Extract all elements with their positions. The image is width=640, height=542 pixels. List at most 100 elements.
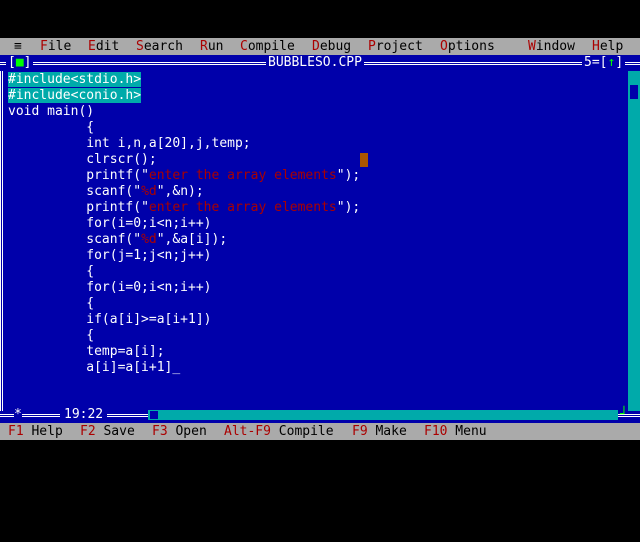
code-line-17: { (8, 328, 95, 343)
menu-edit-label: dit (95, 39, 120, 54)
menu-run-hotkey: R (200, 39, 208, 54)
make-label: Make (367, 424, 407, 439)
menu-search-label: earch (143, 39, 183, 54)
menu-edit[interactable]: Edit (88, 38, 119, 55)
code-text: ); (344, 168, 361, 183)
window-number-zoom[interactable]: 5=[↑] (582, 55, 626, 71)
menu-window[interactable]: Window (528, 38, 575, 55)
menu-debug[interactable]: Debug (312, 38, 351, 55)
code-text: scanf( (8, 232, 134, 247)
horizontal-scrollbar[interactable] (148, 410, 618, 420)
code-line-11: scanf("%d",&a[i]); (8, 232, 227, 248)
save-label: Save (95, 424, 135, 439)
menu-bar: ≡ File Edit Search Run Compile Debug Pro… (0, 38, 640, 55)
close-box-right: ] (23, 55, 32, 70)
menu-label: Menu (447, 424, 487, 439)
string-literal-text: enter the array elements (148, 168, 337, 183)
menu-help-hotkey: H (592, 39, 600, 54)
menu-compile[interactable]: Compile (240, 38, 295, 55)
menu-help[interactable]: Help (592, 38, 623, 55)
string-literal-text: enter the array elements (148, 200, 337, 215)
window-bottom-frame: * 19:22 ┘ (0, 407, 640, 423)
menu-project[interactable]: Project (368, 38, 423, 55)
string-literal: "enter the array elements" (141, 200, 345, 215)
string-literal-text: %d (141, 184, 157, 199)
cursor-position: 19:22 (60, 407, 108, 423)
menu-options-label: ptions (447, 39, 495, 54)
open-shortcut[interactable]: F3 Open (152, 423, 207, 440)
code-line-19: a[i]=a[i+1]_ (8, 360, 181, 375)
code-line-7: printf("enter the array elements"); (8, 168, 360, 184)
menu-project-label: roject (375, 39, 423, 54)
menu-search[interactable]: Search (136, 38, 183, 55)
zoom-arrow-icon: ↑ (607, 55, 616, 70)
menu-debug-label: ebug (319, 39, 352, 54)
code-line-5: int i,n,a[20],j,temp; (8, 136, 251, 151)
menu-options[interactable]: Options (440, 38, 495, 55)
help-shortcut[interactable]: F1 Help (8, 423, 63, 440)
code-line-4: { (8, 120, 95, 135)
status-bar: F1 Help F2 Save F3 Open Alt-F9 Compile F… (0, 423, 640, 440)
string-literal: "%d" (133, 184, 165, 199)
code-editor[interactable]: #include<stdio.h> #include<conio.h> void… (8, 72, 628, 404)
menu-shortcut[interactable]: F10 Menu (424, 423, 487, 440)
string-literal-text: %d (141, 232, 157, 247)
window-file-title: BUBBLESO.CPP (266, 55, 364, 71)
save-shortcut[interactable]: F2 Save (80, 423, 135, 440)
code-line-2: #include<conio.h> (8, 88, 142, 104)
menu-debug-hotkey: D (312, 39, 320, 54)
menu-run[interactable]: Run (200, 38, 223, 55)
string-literal: "%d" (133, 232, 165, 247)
code-line-12: for(j=1;j<n;j++) (8, 248, 212, 263)
vertical-scroll-thumb[interactable] (630, 85, 638, 99)
code-line-18: temp=a[i]; (8, 344, 165, 359)
system-menu-icon[interactable]: ≡ (14, 38, 22, 55)
code-line-15: { (8, 296, 95, 311)
code-line-13: { (8, 264, 95, 279)
close-icon: ■ (15, 55, 24, 70)
close-window-button[interactable]: [■] (6, 55, 34, 71)
menu-file-label: ile (47, 39, 72, 54)
code-line-3: void main() (8, 104, 95, 119)
code-text: ,&n); (164, 184, 204, 199)
menu-edit-hotkey: E (88, 39, 96, 54)
resize-corner-icon[interactable]: ┘ (620, 407, 628, 423)
menu-help-label: elp (599, 39, 624, 54)
menu-window-label: indow (535, 39, 575, 54)
help-key: F1 (8, 424, 24, 439)
menu-file[interactable]: File (40, 38, 71, 55)
code-line-8: scanf("%d",&n); (8, 184, 204, 200)
menu-window-hotkey: W (528, 39, 536, 54)
code-text: ,&a[i]); (164, 232, 228, 247)
open-key: F3 (152, 424, 168, 439)
compile-shortcut[interactable]: Alt-F9 Compile (224, 423, 334, 440)
make-shortcut[interactable]: F9 Make (352, 423, 407, 440)
code-line-16: if(a[i]>=a[i+1]) (8, 312, 212, 327)
string-literal: "enter the array elements" (141, 168, 345, 183)
editor-window: [■] BUBBLESO.CPP 5=[↑] #include<stdio.h>… (0, 55, 640, 423)
left-frame (0, 71, 3, 411)
text-cursor-block (360, 153, 368, 167)
save-key: F2 (80, 424, 96, 439)
make-key: F9 (352, 424, 368, 439)
open-label: Open (167, 424, 207, 439)
horizontal-scroll-thumb[interactable] (150, 411, 158, 419)
code-text: printf( (8, 168, 142, 183)
menu-key: F10 (424, 424, 448, 439)
code-line-1: #include<stdio.h> (8, 72, 142, 88)
vertical-scrollbar[interactable] (628, 71, 640, 411)
menu-compile-label: ompile (247, 39, 295, 54)
code-text: ); (344, 200, 361, 215)
close-box-left: [ (8, 55, 16, 70)
window-title-bar: [■] BUBBLESO.CPP 5=[↑] (0, 55, 640, 71)
preprocessor-directive: #include<conio.h> (8, 88, 142, 103)
menu-run-label: un (207, 39, 224, 54)
code-line-14: for(i=0;i<n;i++) (8, 280, 212, 295)
menu-search-hotkey: S (136, 39, 144, 54)
code-line-10: for(i=0;i<n;i++) (8, 216, 212, 231)
code-text: printf( (8, 200, 142, 215)
compile-label: Compile (270, 424, 334, 439)
modified-indicator-icon: * (14, 407, 22, 423)
menu-file-hotkey: F (40, 39, 48, 54)
compile-key: Alt-F9 (224, 424, 271, 439)
